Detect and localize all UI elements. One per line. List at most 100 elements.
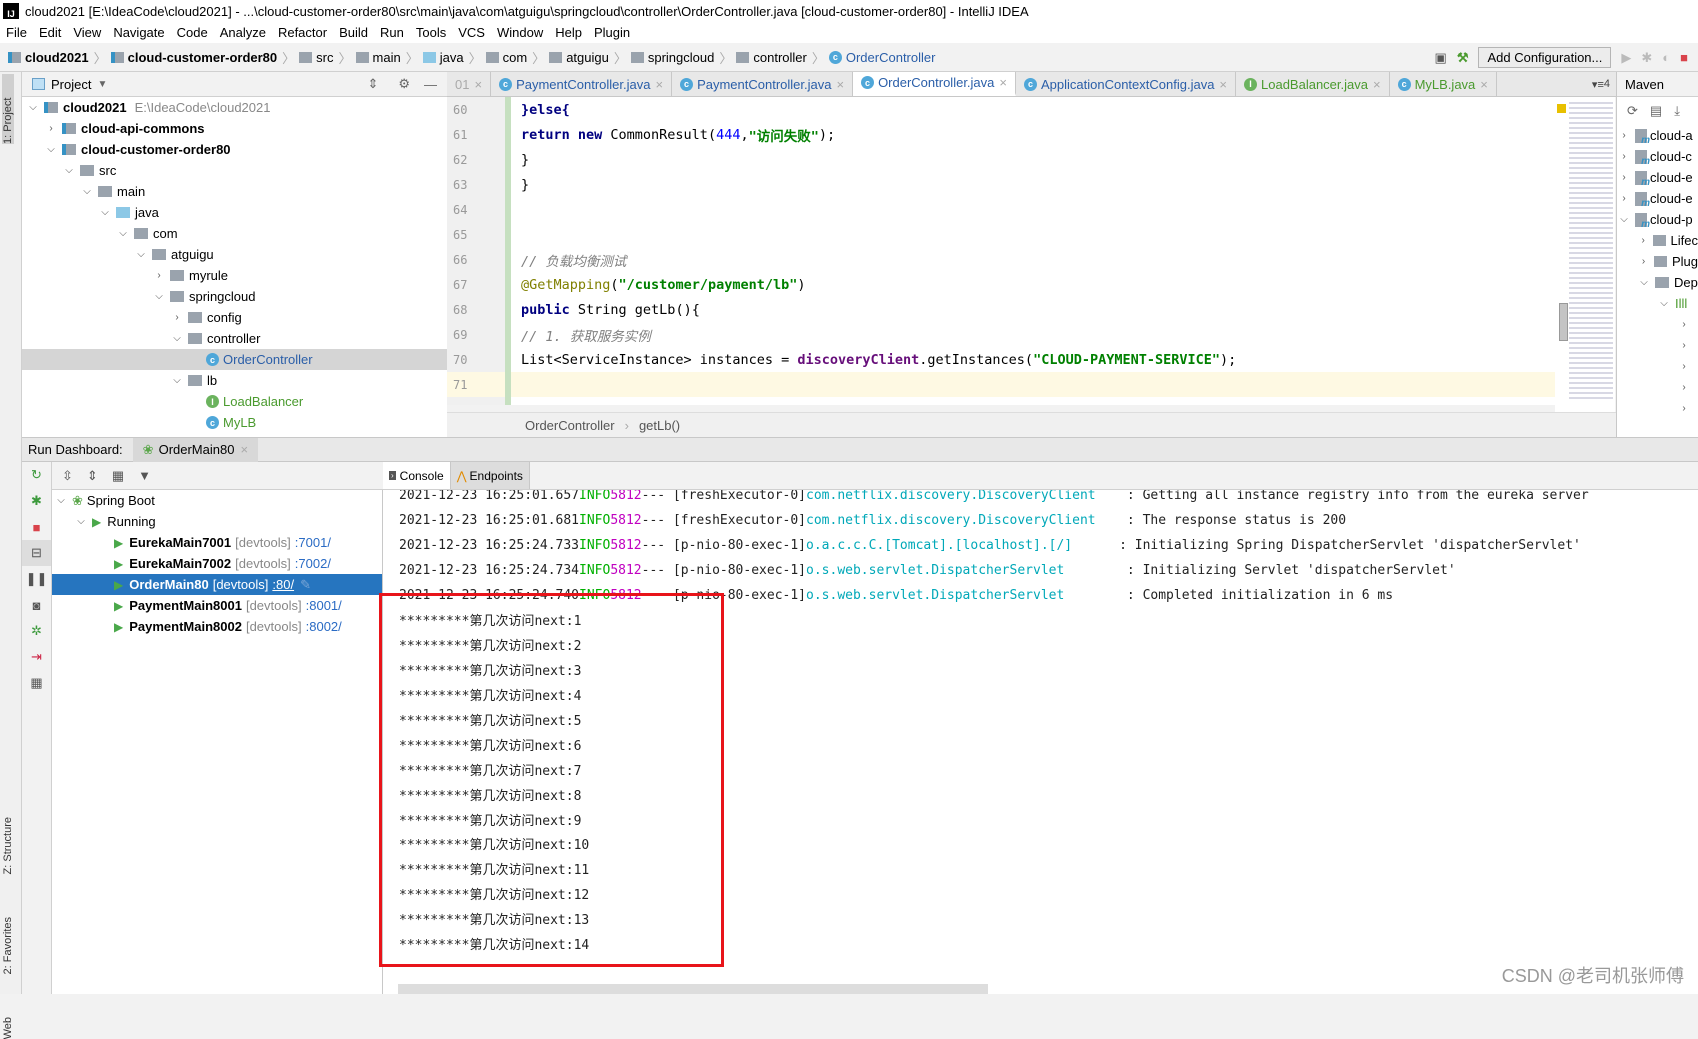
menu-window[interactable]: Window [497, 25, 543, 40]
debug-icon[interactable]: ✱ [22, 488, 51, 514]
maven-lifecycle[interactable]: › Lifec [1617, 230, 1698, 251]
tab-project[interactable]: 1: Project [2, 74, 14, 144]
port-link[interactable]: :8001/ [306, 598, 342, 613]
app-paymentmain8002[interactable]: ▶ PaymentMain8002 [devtools]:8002/ [52, 616, 382, 637]
tree-item-java[interactable]: ⌵ java [22, 202, 447, 223]
tab-ordercontroller[interactable]: c OrderController.java × [853, 72, 1016, 96]
maven-item[interactable]: ›cloud-c [1617, 146, 1698, 167]
menu-view[interactable]: View [73, 25, 101, 40]
hide-icon[interactable]: — [424, 77, 437, 92]
app-eurekamain7001[interactable]: ▶ EurekaMain7001 [devtools]:7001/ [52, 532, 382, 553]
tree-spring-boot[interactable]: ⌵ ❀ Spring Boot [52, 490, 382, 511]
tab-web[interactable]: Web [2, 1017, 14, 1039]
rerun-icon[interactable]: ↻ [22, 462, 51, 488]
crumb-controller[interactable]: controller 〉 [736, 48, 825, 67]
maven-dep-item[interactable]: › [1617, 314, 1698, 335]
crumb-ordercontroller[interactable]: c OrderController [828, 50, 935, 65]
gear-icon[interactable]: ⚙ [398, 76, 410, 92]
maven-plugins[interactable]: › Plug [1617, 251, 1698, 272]
scrollbar-thumb[interactable] [1559, 303, 1568, 341]
tree-item-com[interactable]: ⌵ com [22, 223, 447, 244]
maven-dep-item[interactable]: › [1617, 377, 1698, 398]
tab-paymentcontroller-1[interactable]: c PaymentController.java × [491, 72, 673, 96]
menu-plugin[interactable]: Plugin [594, 25, 630, 40]
port-link[interactable]: :7002/ [295, 556, 331, 571]
app-eurekamain7002[interactable]: ▶ EurekaMain7002 [devtools]:7002/ [52, 553, 382, 574]
group-icon[interactable]: ⊟ [22, 540, 51, 566]
tree-item-cloud2021[interactable]: ⌵ cloud2021 E:\IdeaCode\cloud2021 [22, 97, 447, 118]
maven-dep-item[interactable]: › [1617, 356, 1698, 377]
maven-dep-item[interactable]: › [1617, 398, 1698, 419]
crumb-java[interactable]: java 〉 [422, 48, 482, 67]
group-by-icon[interactable]: ▦ [112, 468, 124, 484]
camera-icon[interactable]: ◙ [22, 592, 51, 618]
tree-running[interactable]: ⌵ ▶ Running [52, 511, 382, 532]
menu-vcs[interactable]: VCS [458, 25, 485, 40]
layout-icon[interactable]: ▦ [22, 670, 51, 696]
download-icon[interactable]: ⤓ [1674, 103, 1680, 119]
project-title[interactable]: Project [51, 77, 91, 92]
maven-item[interactable]: ›cloud-e [1617, 167, 1698, 188]
tree-item-main[interactable]: ⌵ main [22, 181, 447, 202]
tab-structure[interactable]: Z: Structure [2, 817, 14, 874]
menu-edit[interactable]: Edit [39, 25, 61, 40]
port-link[interactable]: :80/ [272, 577, 294, 592]
edit-pencil-icon[interactable]: ✎ [300, 577, 311, 593]
crumb-springcloud[interactable]: springcloud 〉 [630, 48, 732, 67]
crumb-com[interactable]: com 〉 [485, 48, 545, 67]
maven-dep-item[interactable]: ⌵ Illl [1617, 293, 1698, 314]
maven-item[interactable]: ›cloud-a [1617, 125, 1698, 146]
maven-dep-item[interactable]: › [1617, 335, 1698, 356]
menu-refactor[interactable]: Refactor [278, 25, 327, 40]
refresh-icon[interactable]: ⟳ [1627, 103, 1638, 119]
debug-icon[interactable]: ✱ [1641, 50, 1652, 66]
tree-item-springcloud[interactable]: ⌵ springcloud [22, 286, 447, 307]
tab-partial[interactable]: 01 × [447, 72, 492, 96]
build-hammer-icon[interactable]: ⚒ [1457, 50, 1469, 66]
tree-item-cloud-api-commons[interactable]: › cloud-api-commons [22, 118, 447, 139]
run-tab-ordermain80[interactable]: ❀ OrderMain80 × [132, 437, 259, 462]
port-link[interactable]: :7001/ [295, 535, 331, 550]
tab-endpoints[interactable]: ⋀ Endpoints [450, 462, 530, 489]
tree-item-ordercontroller[interactable]: c OrderController [22, 349, 447, 370]
maven-item[interactable]: ›cloud-e [1617, 188, 1698, 209]
crumb-src[interactable]: src 〉 [299, 48, 352, 67]
debug-settings-icon[interactable]: ✲ [22, 618, 51, 644]
collapse-all-icon[interactable]: ⇕ [87, 468, 98, 484]
crumb-cloud2021[interactable]: cloud2021 〉 [8, 48, 107, 67]
tab-list-button[interactable]: ▾≡ 4 [1592, 72, 1616, 96]
tree-item-cloud-customer-order80[interactable]: ⌵ cloud-customer-order80 [22, 139, 447, 160]
menu-build[interactable]: Build [339, 25, 368, 40]
pause-icon[interactable]: ❚❚ [22, 566, 51, 592]
menu-navigate[interactable]: Navigate [113, 25, 164, 40]
tree-item-lb[interactable]: ⌵ lb [22, 370, 447, 391]
tree-item-loadbalancer[interactable]: I LoadBalancer [22, 391, 447, 412]
reimport-icon[interactable]: ▤ [1650, 103, 1662, 119]
menu-tools[interactable]: Tools [416, 25, 446, 40]
crumb-atguigu[interactable]: atguigu 〉 [549, 48, 627, 67]
menu-file[interactable]: File [6, 25, 27, 40]
menu-help[interactable]: Help [555, 25, 582, 40]
tree-item-atguigu[interactable]: ⌵ atguigu [22, 244, 447, 265]
tab-applicationcontextconfig[interactable]: c ApplicationContextConfig.java × [1016, 72, 1237, 96]
tab-loadbalancer[interactable]: I LoadBalancer.java × [1236, 72, 1390, 96]
coverage-icon[interactable]: ◐ [1662, 50, 1670, 65]
tree-item-mylb[interactable]: c MyLB [22, 412, 447, 433]
tree-item-controller[interactable]: ⌵ controller [22, 328, 447, 349]
tab-console[interactable]: › Console [383, 462, 451, 489]
collapse-all-icon[interactable]: ⇕ [367, 76, 378, 92]
tree-item-config[interactable]: › config [22, 307, 447, 328]
crumb-main[interactable]: main 〉 [355, 48, 419, 67]
menu-analyze[interactable]: Analyze [220, 25, 266, 40]
tree-item-myrule[interactable]: › myrule [22, 265, 447, 286]
crumb-module[interactable]: cloud-customer-order80 〉 [110, 48, 295, 67]
horizontal-scrollbar[interactable] [398, 984, 988, 994]
crumb-method[interactable]: getLb() [639, 418, 680, 433]
menu-run[interactable]: Run [380, 25, 404, 40]
run-icon[interactable]: ▶ [1621, 50, 1631, 66]
crumb-class[interactable]: OrderController [525, 418, 615, 433]
tab-mylb[interactable]: c MyLB.java × [1390, 72, 1497, 96]
stop-icon[interactable]: ■ [22, 514, 51, 540]
maven-item[interactable]: ⌵cloud-p [1617, 209, 1698, 230]
expand-all-icon[interactable]: ⇳ [62, 468, 73, 484]
